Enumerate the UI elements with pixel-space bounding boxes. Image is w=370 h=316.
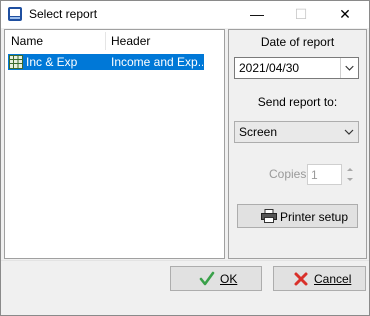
ok-label: OK [220, 272, 238, 286]
options-panel: Date of report 2021/04/30 Send report to… [228, 29, 367, 259]
maximize-button[interactable]: ☐ [279, 1, 323, 28]
cancel-label: Cancel [314, 272, 352, 286]
copies-label: Copies: [269, 167, 310, 181]
chevron-down-icon[interactable] [340, 58, 358, 78]
date-value: 2021/04/30 [239, 61, 300, 75]
date-picker[interactable]: 2021/04/30 [234, 57, 359, 79]
spreadsheet-icon [9, 55, 23, 69]
copies-spinner[interactable] [343, 164, 357, 185]
list-header: Name Header [5, 30, 224, 52]
report-list[interactable]: Name Header Inc & Exp Income and Exp... [4, 29, 225, 259]
copies-value: 1 [311, 168, 318, 182]
select-report-dialog: Select report — ☐ ✕ Name Header Inc & Ex… [0, 0, 370, 316]
date-label: Date of report [260, 35, 335, 49]
cancel-button[interactable]: Cancel [273, 266, 366, 291]
cancel-x-icon [294, 272, 308, 286]
list-item[interactable]: Inc & Exp Income and Exp... [8, 54, 204, 70]
app-icon [8, 7, 22, 21]
printer-setup-button[interactable]: Printer setup [237, 204, 358, 228]
report-name: Inc & Exp [26, 55, 78, 69]
column-divider[interactable] [105, 32, 106, 50]
column-header-name[interactable]: Name [11, 34, 43, 48]
spin-arrows-icon[interactable] [343, 164, 357, 185]
check-icon [199, 271, 215, 286]
title-bar: Select report — ☐ ✕ [1, 1, 369, 28]
destination-select[interactable]: Screen [234, 121, 359, 143]
destination-value: Screen [239, 125, 278, 139]
copies-input[interactable]: 1 [307, 164, 342, 185]
window-title: Select report [29, 7, 98, 21]
minimize-button[interactable]: — [235, 1, 279, 28]
printer-setup-label: Printer setup [280, 210, 349, 224]
report-header: Income and Exp... [111, 55, 203, 69]
send-to-label: Send report to: [257, 95, 338, 109]
chevron-down-icon[interactable] [340, 122, 358, 142]
ok-button[interactable]: OK [170, 266, 262, 291]
dialog-footer [1, 305, 369, 315]
close-button[interactable]: ✕ [323, 1, 367, 28]
column-header-header[interactable]: Header [111, 34, 150, 48]
printer-icon [261, 209, 277, 223]
divider [1, 260, 369, 261]
